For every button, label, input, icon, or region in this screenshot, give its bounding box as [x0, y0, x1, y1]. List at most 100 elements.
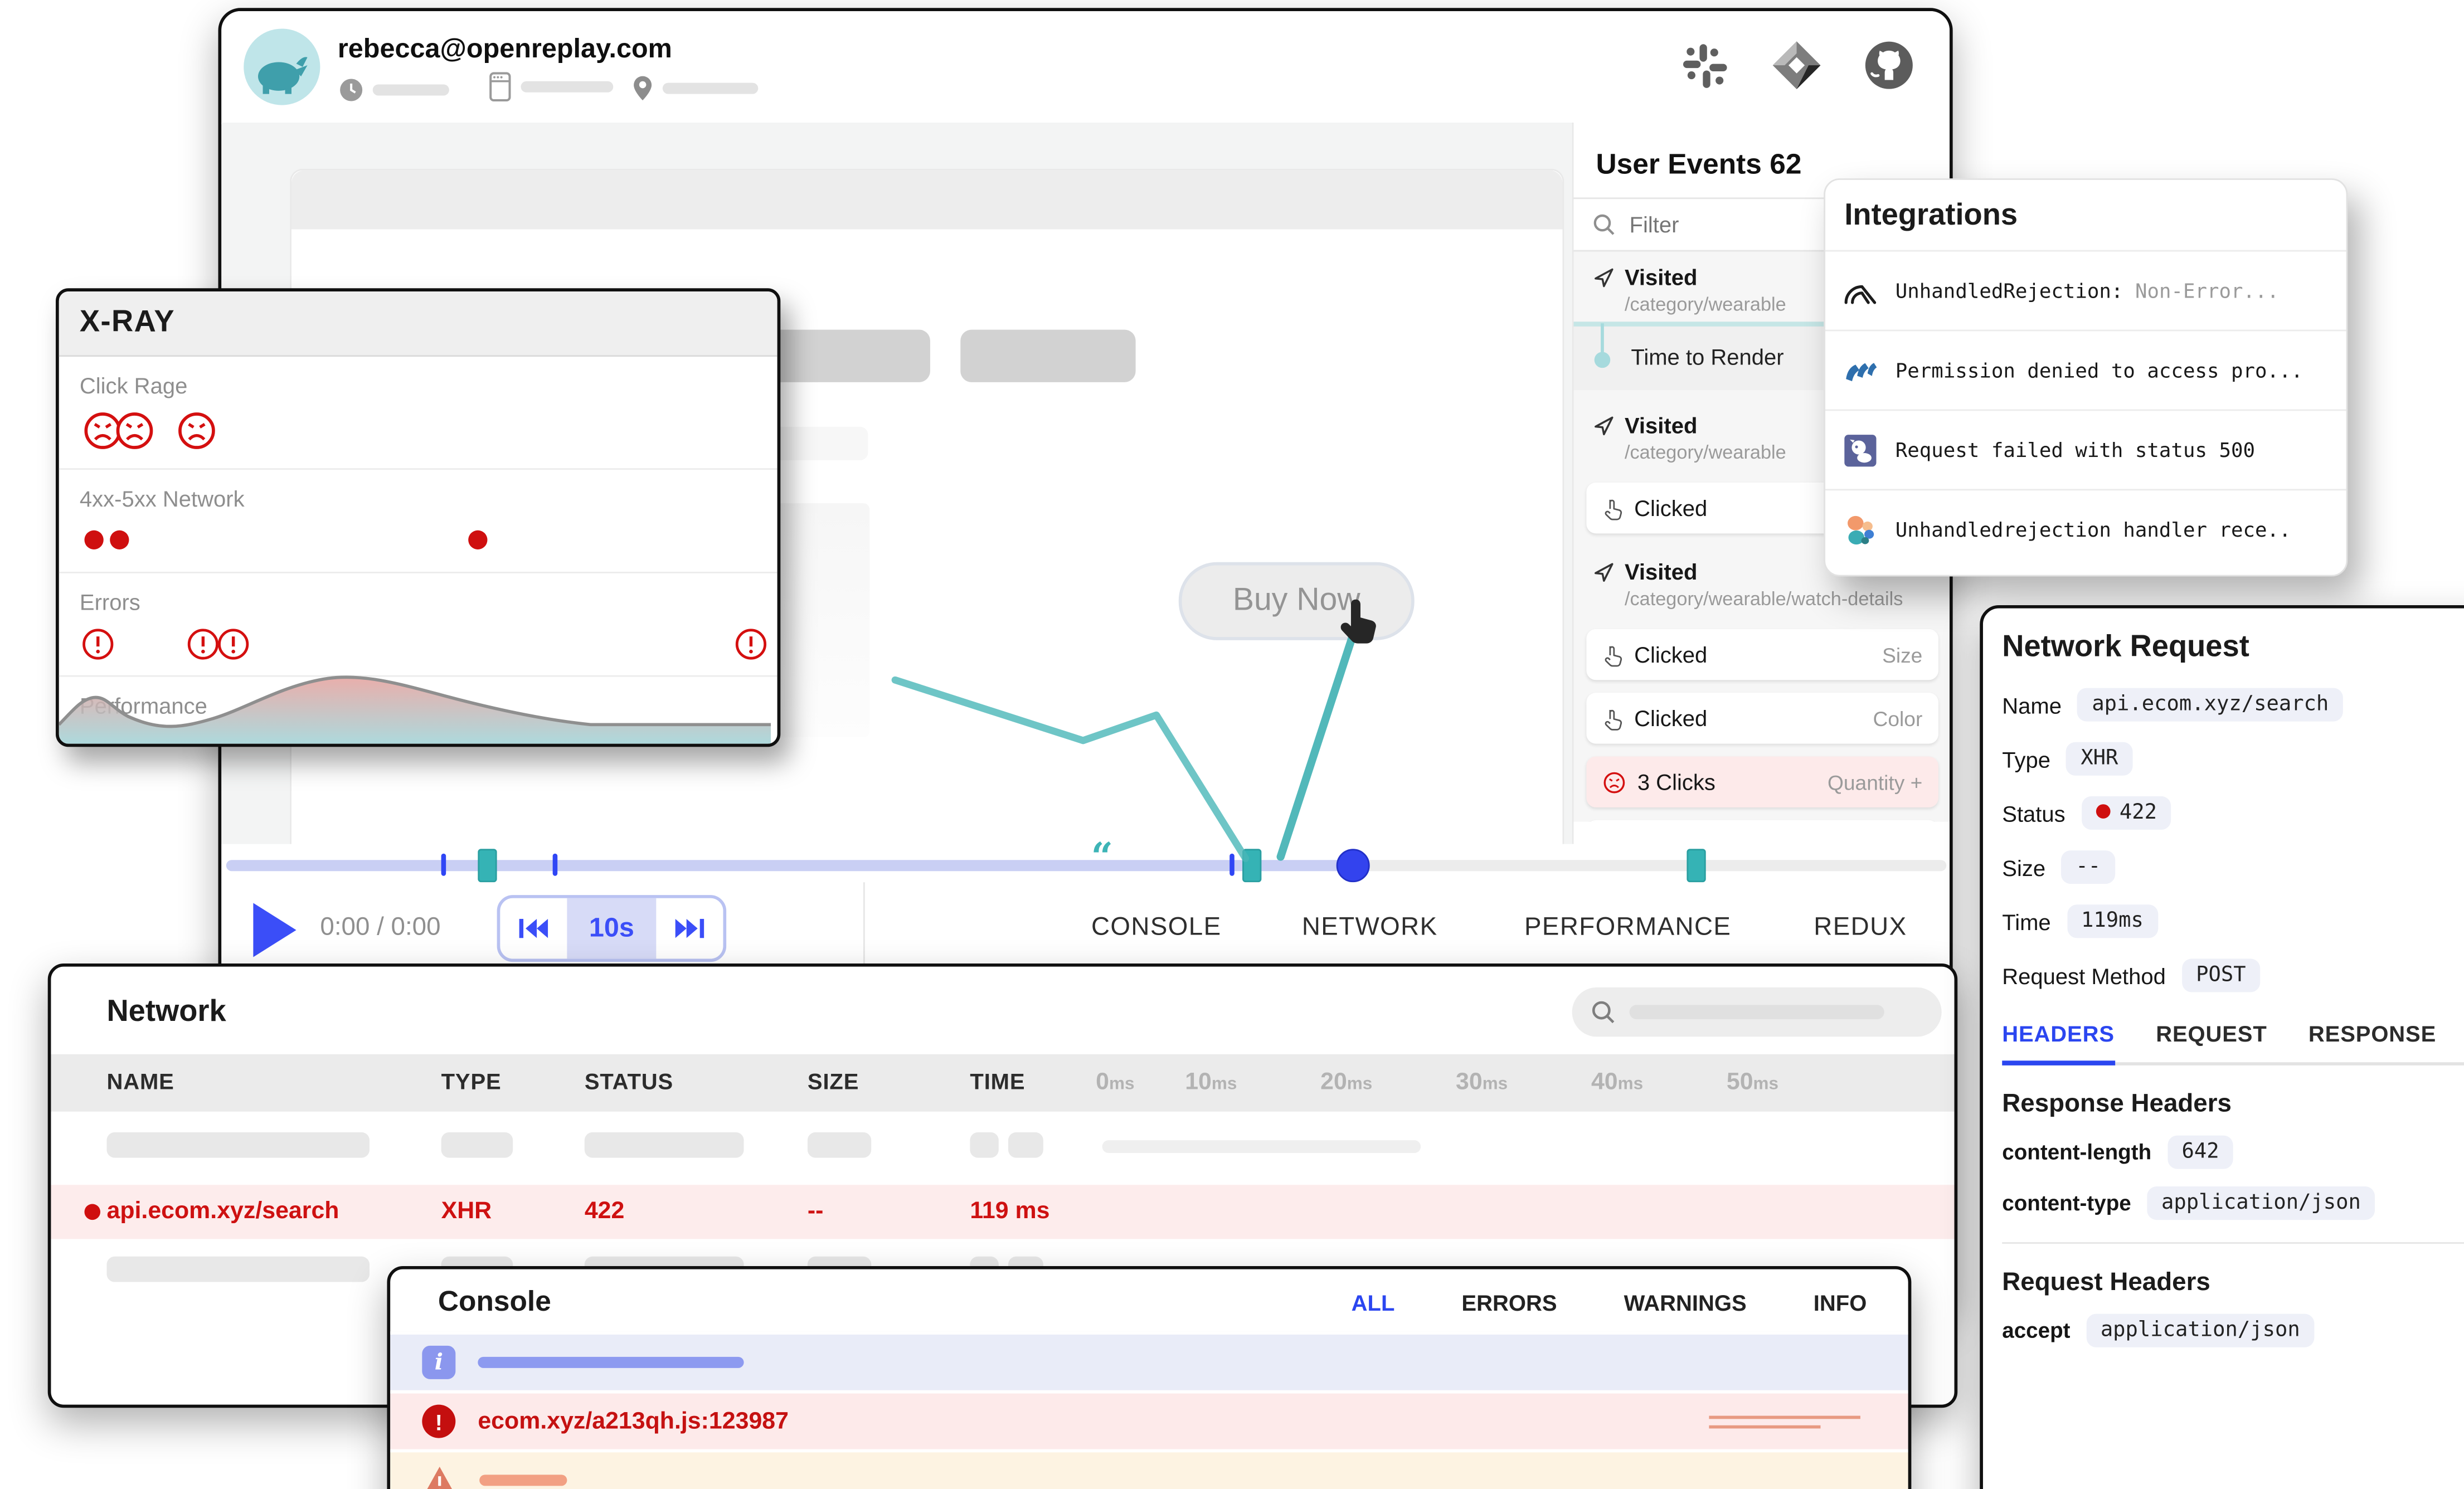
event-rage-clicks[interactable]: 3 Clicks Quantity +: [1586, 756, 1938, 807]
search-icon: [1593, 213, 1615, 236]
integration-row-sentry[interactable]: UnhandledRejection: Non-Error...: [1825, 250, 2346, 330]
col-type[interactable]: TYPE: [441, 1069, 502, 1094]
skip-interval-label[interactable]: 10s: [567, 898, 656, 959]
console-row-error[interactable]: ! ecom.xyz/a213qh.js:123987: [390, 1390, 1908, 1449]
skip-forward-button[interactable]: [656, 898, 723, 959]
request-size: --: [808, 1198, 824, 1225]
error-icon: [217, 627, 250, 661]
tick-0ms: 0ms: [1096, 1069, 1134, 1096]
sentry-icon: [1841, 271, 1880, 310]
xray-errors-label: Errors: [80, 589, 777, 615]
timeline-event-tick[interactable]: [553, 854, 558, 876]
col-time[interactable]: TIME: [970, 1069, 1025, 1094]
network-search[interactable]: [1572, 987, 1942, 1037]
timeline-track-remaining[interactable]: [1350, 860, 1946, 871]
skip-back-icon: [518, 916, 550, 941]
info-skeleton: [478, 1357, 743, 1368]
visited-icon: [1593, 561, 1615, 583]
response-headers-title: Response Headers: [2002, 1091, 2464, 1120]
skip-back-button[interactable]: [500, 898, 567, 959]
integration-row-elastic[interactable]: Permission denied to access pro...: [1825, 330, 2346, 410]
jira-diamond-icon[interactable]: [1768, 37, 1825, 94]
console-tab-warnings[interactable]: WARNINGS: [1624, 1289, 1747, 1315]
network-row-error[interactable]: api.ecom.xyz/search XHR 422 -- 119 ms: [51, 1185, 1954, 1239]
xray-click-rage-label: Click Rage: [80, 373, 777, 398]
meta-skeleton: [663, 83, 758, 94]
player-timeline[interactable]: “: [221, 844, 1950, 883]
event-clicked[interactable]: Clicked Size: [1586, 629, 1938, 680]
search-icon: [1591, 1000, 1615, 1024]
event-label: Clicked: [1634, 642, 1707, 668]
field-value: api.ecom.xyz/search: [2078, 688, 2343, 722]
timeline-event-tick[interactable]: [441, 854, 446, 876]
event-label: Visited: [1625, 264, 1697, 290]
console-row-warning[interactable]: [390, 1449, 1908, 1489]
playhead[interactable]: [1337, 849, 1370, 882]
integrations-title: Integrations: [1825, 180, 2346, 250]
console-title: Console: [438, 1285, 551, 1318]
console-tab-all[interactable]: ALL: [1352, 1289, 1395, 1315]
tab-network[interactable]: NETWORK: [1302, 914, 1438, 942]
cursor-hand-icon: [1337, 597, 1384, 651]
timeline-marker-teal[interactable]: [1242, 849, 1261, 882]
integration-message: Request failed with status 500: [1896, 438, 2255, 462]
tick-50ms: 50ms: [1727, 1069, 1778, 1096]
tick-10ms: 10ms: [1185, 1069, 1237, 1096]
integration-row-cluster[interactable]: Unhandledrejection handler rece..: [1825, 489, 2346, 568]
header-value: application/json: [2147, 1186, 2375, 1220]
field-value: XHR: [2067, 742, 2133, 776]
rage-face-icon: [115, 411, 154, 450]
request-time: 119 ms: [970, 1198, 1049, 1225]
field-value: 119ms: [2067, 904, 2157, 938]
field-name: Name api.ecom.xyz/search: [2002, 688, 2464, 722]
timeline-marker-teal[interactable]: [1687, 849, 1705, 882]
timeline-quote-marker[interactable]: “: [1091, 838, 1113, 876]
rage-face-icon: [177, 411, 216, 450]
network-error-dot: [84, 531, 103, 549]
session-meta-location: [633, 75, 759, 102]
network-error-dot: [468, 531, 487, 549]
col-status[interactable]: STATUS: [585, 1069, 673, 1094]
field-value: POST: [2181, 958, 2260, 992]
header-key: content-type: [2002, 1191, 2131, 1215]
console-tab-info[interactable]: INFO: [1814, 1289, 1867, 1315]
event-label: Clicked: [1634, 705, 1707, 731]
integrations-panel: Integrations UnhandledRejection: Non-Err…: [1824, 178, 2348, 576]
tab-redux[interactable]: REDUX: [1814, 914, 1907, 942]
play-button[interactable]: [253, 903, 296, 957]
user-events-title-text: User Events: [1596, 148, 1762, 180]
tab-headers[interactable]: HEADERS: [2002, 1021, 2115, 1065]
col-size[interactable]: SIZE: [808, 1069, 859, 1094]
header-value: application/json: [2086, 1314, 2314, 1347]
field-time: Time 119ms: [2002, 904, 2464, 938]
click-hand-icon: [1602, 496, 1623, 520]
col-name[interactable]: NAME: [106, 1069, 174, 1094]
event-label: 3 Clicks: [1637, 769, 1715, 795]
tab-response[interactable]: RESPONSE: [2309, 1021, 2436, 1062]
slack-icon[interactable]: [1679, 39, 1731, 91]
timeline-track-played[interactable]: [226, 860, 1351, 871]
tab-performance[interactable]: PERFORMANCE: [1524, 914, 1731, 942]
event-detail: Quantity +: [1828, 770, 1922, 794]
search-skeleton: [1630, 1005, 1884, 1019]
event-clicked[interactable]: Clicked Color: [1586, 693, 1938, 743]
field-value: --: [2062, 850, 2115, 884]
tick-30ms: 30ms: [1456, 1069, 1508, 1096]
session-meta-browser: [489, 72, 613, 102]
rhino-icon: [244, 28, 320, 105]
timeline-marker-teal[interactable]: [478, 849, 497, 882]
event-clicked[interactable]: Clicked Buy Now: [1586, 820, 1938, 822]
integration-message: Unhandledrejection handler rece..: [1896, 518, 2291, 542]
tab-console[interactable]: CONSOLE: [1091, 914, 1222, 942]
github-icon[interactable]: [1862, 38, 1916, 93]
clock-icon: [339, 78, 363, 102]
tab-request[interactable]: REQUEST: [2156, 1021, 2267, 1062]
flower-icon: [1841, 510, 1880, 549]
console-tab-errors[interactable]: ERRORS: [1461, 1289, 1557, 1315]
integration-row-datadog[interactable]: Request failed with status 500: [1825, 409, 2346, 489]
console-row-info[interactable]: i: [390, 1331, 1908, 1390]
tick-20ms: 20ms: [1320, 1069, 1372, 1096]
timeline-event-tick[interactable]: [1229, 854, 1235, 876]
network-error-dot: [110, 531, 129, 549]
meta-skeleton: [373, 84, 449, 95]
